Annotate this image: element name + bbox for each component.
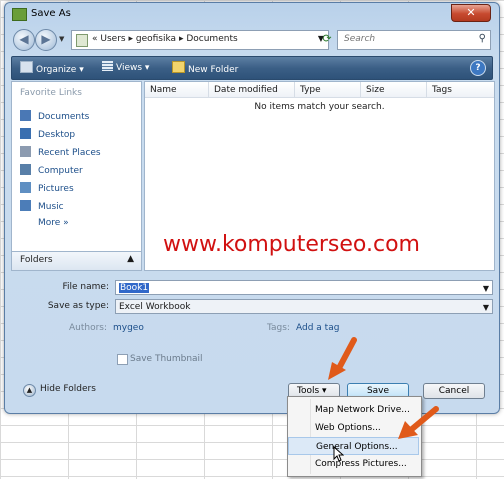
new-folder-label: New Folder [188,65,239,75]
search-box[interactable]: ⚲ [337,30,491,50]
folder-icon [76,34,88,47]
folders-label: Folders [20,255,53,265]
column-header-tags[interactable]: Tags [427,82,494,98]
address-bar[interactable]: « Users ▸ geofisika ▸ Documents ▼ [71,30,329,50]
chevron-up-icon: ▲ [127,254,134,264]
folders-toggle[interactable]: Folders ▲ [11,251,142,271]
sidebar-item-pictures[interactable]: Pictures [20,182,101,200]
breadcrumb-documents[interactable]: Documents [186,34,237,44]
breadcrumb-separator[interactable]: ▸ [128,34,133,44]
favorite-links-title: Favorite Links [20,88,82,98]
help-icon[interactable]: ? [470,60,486,76]
sidebar-item-documents[interactable]: Documents [20,110,101,128]
views-button[interactable]: Views ▾ [102,61,149,73]
new-folder-button[interactable]: New Folder [172,61,238,75]
sidebar-item-label: More » [38,218,69,228]
file-name-value[interactable]: Book1 [119,283,150,293]
search-input[interactable] [342,33,471,45]
tools-label: Tools [297,386,320,396]
views-label: Views [116,63,143,73]
computer-icon [20,164,31,175]
authors-value[interactable]: mygeo [113,323,144,333]
file-list: Name Date modified Type Size Tags No ite… [144,81,495,271]
chevron-up-icon: ▲ [23,384,36,397]
mouse-cursor-icon [333,446,344,462]
organize-label: Organize [36,65,77,75]
recent-places-icon [20,146,31,157]
column-header-label: Size [366,85,385,95]
tags-label: Tags: [267,323,290,333]
save-thumbnail-checkbox[interactable] [117,354,128,365]
sidebar-item-label: Documents [38,112,90,122]
annotation-arrow-tools [328,337,357,380]
views-icon [102,61,113,71]
chevron-down-icon[interactable]: ▼ [483,281,489,296]
organize-button[interactable]: Organize ▾ [20,61,84,75]
documents-icon [20,110,31,121]
close-icon: ✕ [466,6,476,19]
breadcrumb[interactable]: « Users ▸ geofisika ▸ Documents [92,34,238,44]
back-button[interactable]: ◀ [13,29,35,51]
recent-pages-dropdown-icon[interactable]: ▼ [59,35,64,43]
organize-icon [20,61,33,73]
breadcrumb-separator[interactable]: ▸ [179,34,184,44]
empty-folder-message: No items match your search. [254,102,385,112]
sidebar-item-desktop[interactable]: Desktop [20,128,101,146]
breadcrumb-users[interactable]: Users [100,34,125,44]
window-title: Save As [31,8,71,19]
column-header-size[interactable]: Size [361,82,427,98]
file-name-label: File name: [62,282,109,292]
navigation-pane: Favorite Links Documents Desktop Recent … [11,81,142,253]
breadcrumb-geofisika[interactable]: geofisika [136,34,176,44]
save-as-type-label: Save as type: [47,301,109,311]
watermark-text: www.komputerseo.com [163,232,420,257]
back-arrow-icon: ◀ [19,32,29,46]
menu-item-compress-pictures[interactable]: Compress Pictures... [288,455,419,473]
cancel-button[interactable]: Cancel [423,383,485,399]
sidebar-item-label: Pictures [38,184,74,194]
annotation-arrow-general-options [398,406,439,439]
sidebar-item-recent-places[interactable]: Recent Places [20,146,101,164]
favorite-links-list: Documents Desktop Recent Places Computer… [20,110,101,236]
breadcrumb-prefix: « [92,34,98,44]
sidebar-item-label: Recent Places [38,148,101,158]
tags-value[interactable]: Add a tag [296,323,339,333]
chevron-down-icon[interactable]: ▼ [483,300,489,315]
navigation-bar: ◀ ▶ ▼ « Users ▸ geofisika ▸ Documents ▼ … [11,28,493,54]
save-as-type-value: Excel Workbook [119,302,191,312]
pictures-icon [20,182,31,193]
close-button[interactable]: ✕ [451,4,491,22]
title-bar[interactable]: Save As ✕ [5,3,499,25]
music-icon [20,200,31,211]
column-header-date-modified[interactable]: Date modified [209,82,295,98]
sidebar-item-more[interactable]: More » [20,218,101,236]
authors-label: Authors: [69,323,108,333]
sidebar-item-music[interactable]: Music [20,200,101,218]
new-folder-icon [172,61,185,73]
forward-arrow-icon: ▶ [41,32,51,46]
column-header-name[interactable]: Name [145,82,209,98]
hide-folders-button[interactable]: ▲ Hide Folders [23,384,96,397]
sidebar-item-label: Music [38,202,64,212]
file-name-field[interactable]: Book1 ▼ [115,280,493,295]
hide-folders-label: Hide Folders [40,384,96,394]
save-as-dialog: Save As ✕ ◀ ▶ ▼ « Users ▸ geofisika ▸ Do… [4,2,500,414]
command-toolbar: Organize ▾ Views ▾ New Folder ? [11,56,493,80]
column-header-type[interactable]: Type [295,82,361,98]
save-as-type-select[interactable]: Excel Workbook ▼ [115,299,493,314]
desktop-icon [20,128,31,139]
sidebar-item-label: Desktop [38,130,76,140]
column-header-label: Name [150,85,177,95]
sidebar-item-label: Computer [38,166,83,176]
excel-app-icon [12,8,27,21]
sidebar-item-computer[interactable]: Computer [20,164,101,182]
column-header-label: Tags [432,85,452,95]
forward-button[interactable]: ▶ [35,29,57,51]
save-thumbnail-label[interactable]: Save Thumbnail [130,354,203,364]
column-header-label: Type [300,85,321,95]
search-icon[interactable]: ⚲ [479,33,486,44]
refresh-icon[interactable]: ⟳ [319,32,335,46]
column-header-label: Date modified [214,85,278,95]
